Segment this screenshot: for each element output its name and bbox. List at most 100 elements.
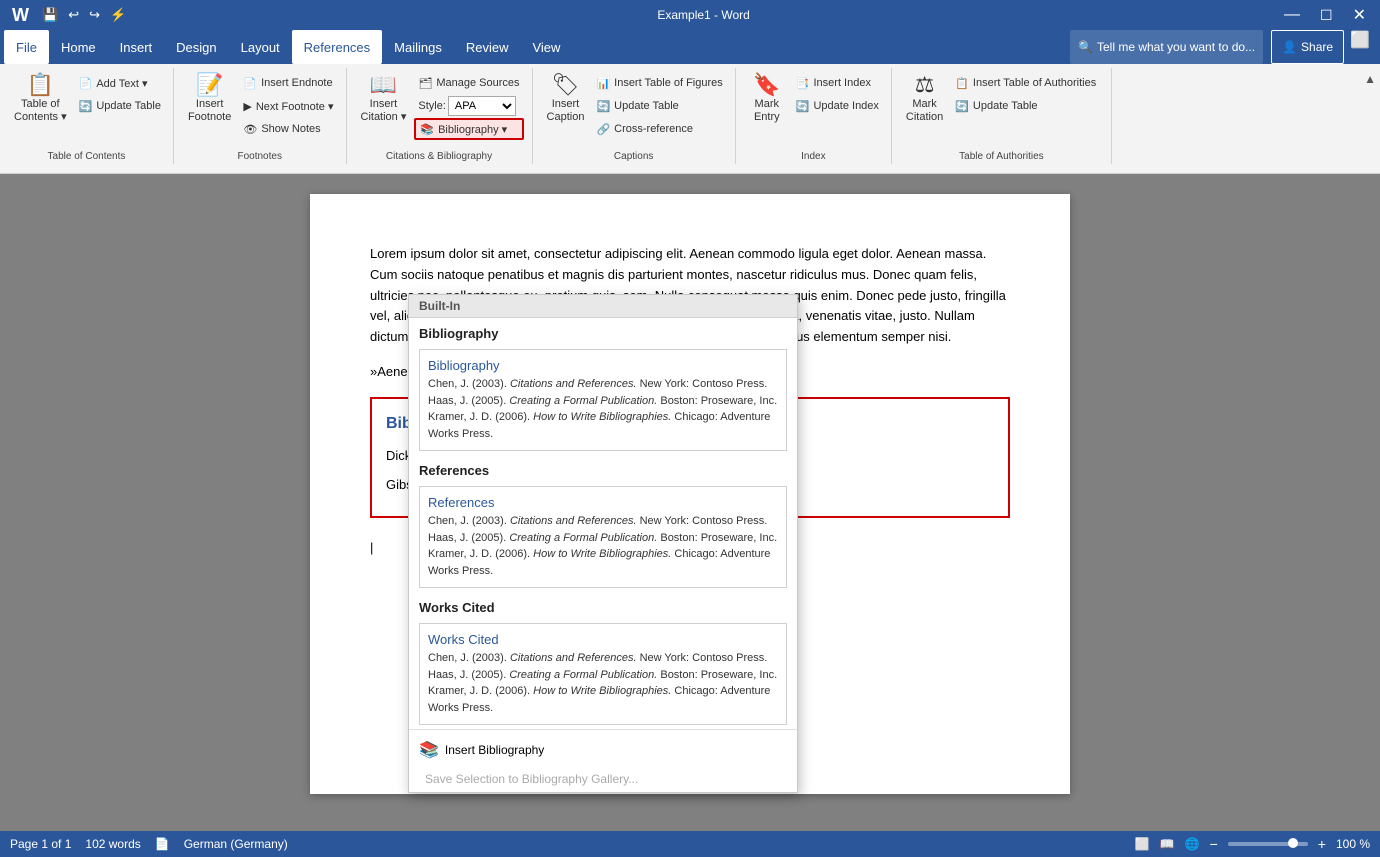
search-icon: 🔍 bbox=[1078, 40, 1093, 54]
mark-citation-button[interactable]: ⚖ MarkCitation bbox=[900, 70, 949, 150]
ribbon-group-citations: 📖 InsertCitation ▾ 🗂 Manage Sources Styl… bbox=[347, 68, 533, 164]
manage-sources-button[interactable]: 🗂 Manage Sources bbox=[414, 72, 523, 94]
menu-mailings[interactable]: Mailings bbox=[382, 30, 454, 64]
index-buttons: 🔖 MarkEntry 📑 Insert Index 🔄 Update Inde… bbox=[744, 68, 883, 164]
update-table-toc-button[interactable]: 🔄 Update Table bbox=[75, 95, 165, 117]
bibliography-button[interactable]: 📚 Bibliography ▾ bbox=[414, 118, 523, 140]
redo-icon[interactable]: ↪ bbox=[86, 5, 103, 25]
insert-footnote-button[interactable]: 📝 InsertFootnote bbox=[182, 70, 237, 150]
cross-reference-button[interactable]: 🔗 Cross-reference bbox=[592, 118, 726, 140]
save-selection-label: Save Selection to Bibliography Gallery..… bbox=[425, 772, 638, 786]
footnotes-buttons: 📝 InsertFootnote 📄 Insert Endnote ▶ Next… bbox=[182, 68, 338, 164]
share-label: Share bbox=[1301, 40, 1333, 54]
style-row: Style: APA MLA Chicago bbox=[414, 95, 523, 117]
read-view-icon[interactable]: 📖 bbox=[1160, 837, 1175, 851]
insert-footnote-icon: 📝 bbox=[196, 74, 223, 96]
insert-index-icon: 📑 bbox=[796, 77, 810, 90]
captions-buttons: 🏷 InsertCaption 📊 Insert Table of Figure… bbox=[541, 68, 727, 164]
ribbon-group-authorities: ⚖ MarkCitation 📋 Insert Table of Authori… bbox=[892, 68, 1112, 164]
menu-references[interactable]: References bbox=[292, 30, 382, 64]
search-placeholder: Tell me what you want to do... bbox=[1097, 40, 1255, 54]
footnotes-group-label: Footnotes bbox=[174, 151, 346, 162]
menu-design[interactable]: Design bbox=[164, 30, 228, 64]
save-icon[interactable]: 💾 bbox=[39, 5, 61, 25]
mark-entry-button[interactable]: 🔖 MarkEntry bbox=[744, 70, 790, 150]
insert-table-of-figures-button[interactable]: 📊 Insert Table of Figures bbox=[592, 72, 726, 94]
statusbar: Page 1 of 1 102 words 📄 German (Germany)… bbox=[0, 831, 1380, 857]
table-of-contents-button[interactable]: 📋 Table ofContents ▾ bbox=[8, 70, 73, 150]
update-index-button[interactable]: 🔄 Update Index bbox=[792, 95, 883, 117]
word-count: 102 words bbox=[85, 837, 140, 851]
layout-view-icon[interactable]: ⬜ bbox=[1135, 837, 1150, 851]
insert-bibliography-action[interactable]: 📚 Insert Bibliography bbox=[409, 734, 797, 766]
menu-view[interactable]: View bbox=[520, 30, 572, 64]
cross-reference-icon: 🔗 bbox=[596, 123, 610, 136]
bibliography-preset[interactable]: Bibliography Chen, J. (2003). Citations … bbox=[419, 349, 787, 451]
close-icon[interactable]: ✕ bbox=[1347, 5, 1372, 25]
menu-insert[interactable]: Insert bbox=[108, 30, 165, 64]
next-footnote-button[interactable]: ▶ Next Footnote ▾ bbox=[239, 95, 337, 117]
insert-caption-button[interactable]: 🏷 InsertCaption bbox=[541, 70, 591, 150]
app-window: W 💾 ↩ ↪ ⚡ Example1 - Word — ☐ ✕ File Hom… bbox=[0, 0, 1380, 857]
insert-citation-button[interactable]: 📖 InsertCitation ▾ bbox=[355, 70, 413, 150]
share-button[interactable]: 👤 Share bbox=[1271, 30, 1344, 64]
update-index-icon: 🔄 bbox=[796, 100, 810, 113]
citations-group-label: Citations & Bibliography bbox=[347, 151, 532, 162]
menu-review[interactable]: Review bbox=[454, 30, 521, 64]
insert-index-button[interactable]: 📑 Insert Index bbox=[792, 72, 883, 94]
insert-caption-icon: 🏷 bbox=[552, 74, 580, 96]
menu-file[interactable]: File bbox=[4, 30, 49, 64]
quick-access-toolbar: 💾 ↩ ↪ ⚡ bbox=[39, 5, 129, 25]
menu-layout[interactable]: Layout bbox=[229, 30, 292, 64]
works-cited-preset[interactable]: Works Cited Chen, J. (2003). Citations a… bbox=[419, 623, 787, 725]
customize-icon[interactable]: ⚡ bbox=[107, 5, 129, 25]
index-group-label: Index bbox=[736, 151, 891, 162]
toc-icon: 📋 bbox=[27, 74, 54, 96]
statusbar-right: ⬜ 📖 🌐 − + 100 % bbox=[1135, 836, 1370, 852]
works-cited-preset-text: Chen, J. (2003). Citations and Reference… bbox=[428, 650, 778, 716]
style-select[interactable]: APA MLA Chicago bbox=[448, 96, 516, 116]
zoom-minus-icon[interactable]: − bbox=[1210, 836, 1218, 852]
bibliography-preset-text: Chen, J. (2003). Citations and Reference… bbox=[428, 376, 778, 442]
captions-small-col: 📊 Insert Table of Figures 🔄 Update Table… bbox=[592, 70, 726, 140]
ribbon-group-toc: 📋 Table ofContents ▾ 📄 Add Text ▾ 🔄 Upda… bbox=[0, 68, 174, 164]
captions-group-label: Captions bbox=[533, 151, 735, 162]
language-icon: 📄 bbox=[155, 837, 170, 851]
references-preset-title: References bbox=[428, 495, 778, 510]
web-view-icon[interactable]: 🌐 bbox=[1185, 837, 1200, 851]
undo-icon[interactable]: ↩ bbox=[65, 5, 82, 25]
authorities-group-label: Table of Authorities bbox=[892, 151, 1111, 162]
insert-toa-icon: 📋 bbox=[955, 77, 969, 90]
save-selection-action: Save Selection to Bibliography Gallery..… bbox=[409, 766, 797, 792]
ribbon-group-captions: 🏷 InsertCaption 📊 Insert Table of Figure… bbox=[533, 68, 736, 164]
insert-endnote-button[interactable]: 📄 Insert Endnote bbox=[239, 72, 337, 94]
titlebar-controls: — ☐ ✕ bbox=[1278, 5, 1372, 25]
references-preset[interactable]: References Chen, J. (2003). Citations an… bbox=[419, 486, 787, 588]
bibliography-icon: 📚 bbox=[420, 123, 434, 136]
content-area: Lorem ipsum dolor sit amet, consectetur … bbox=[0, 174, 1380, 831]
toc-group-label: Table of Contents bbox=[0, 151, 173, 162]
toc-small-col: 📄 Add Text ▾ 🔄 Update Table bbox=[75, 70, 165, 117]
menu-search[interactable]: 🔍 Tell me what you want to do... bbox=[1070, 30, 1263, 64]
update-table-cap-icon: 🔄 bbox=[596, 100, 610, 113]
add-text-button[interactable]: 📄 Add Text ▾ bbox=[75, 72, 165, 94]
update-table-auth-button[interactable]: 🔄 Update Table bbox=[951, 95, 1100, 117]
insert-tof-icon: 📊 bbox=[596, 77, 610, 90]
menu-home[interactable]: Home bbox=[49, 30, 108, 64]
minimize-icon[interactable]: — bbox=[1278, 6, 1306, 24]
citations-buttons: 📖 InsertCitation ▾ 🗂 Manage Sources Styl… bbox=[355, 68, 524, 164]
layout-icon[interactable]: ⬜ bbox=[1344, 30, 1376, 64]
update-auth-icon: 🔄 bbox=[955, 100, 969, 113]
expand-ribbon-button[interactable]: ▲ bbox=[1360, 68, 1380, 90]
manage-sources-icon: 🗂 bbox=[418, 77, 432, 90]
toc-buttons: 📋 Table ofContents ▾ 📄 Add Text ▾ 🔄 Upda… bbox=[8, 68, 165, 164]
zoom-level: 100 % bbox=[1336, 837, 1370, 851]
show-notes-button[interactable]: 👁 Show Notes bbox=[239, 118, 337, 140]
zoom-thumb[interactable] bbox=[1288, 838, 1298, 848]
zoom-track[interactable] bbox=[1228, 842, 1308, 846]
insert-table-authorities-button[interactable]: 📋 Insert Table of Authorities bbox=[951, 72, 1100, 94]
update-table-cap-button[interactable]: 🔄 Update Table bbox=[592, 95, 726, 117]
update-table-toc-icon: 🔄 bbox=[79, 100, 93, 113]
restore-icon[interactable]: ☐ bbox=[1314, 7, 1339, 24]
zoom-plus-icon[interactable]: + bbox=[1318, 836, 1326, 852]
